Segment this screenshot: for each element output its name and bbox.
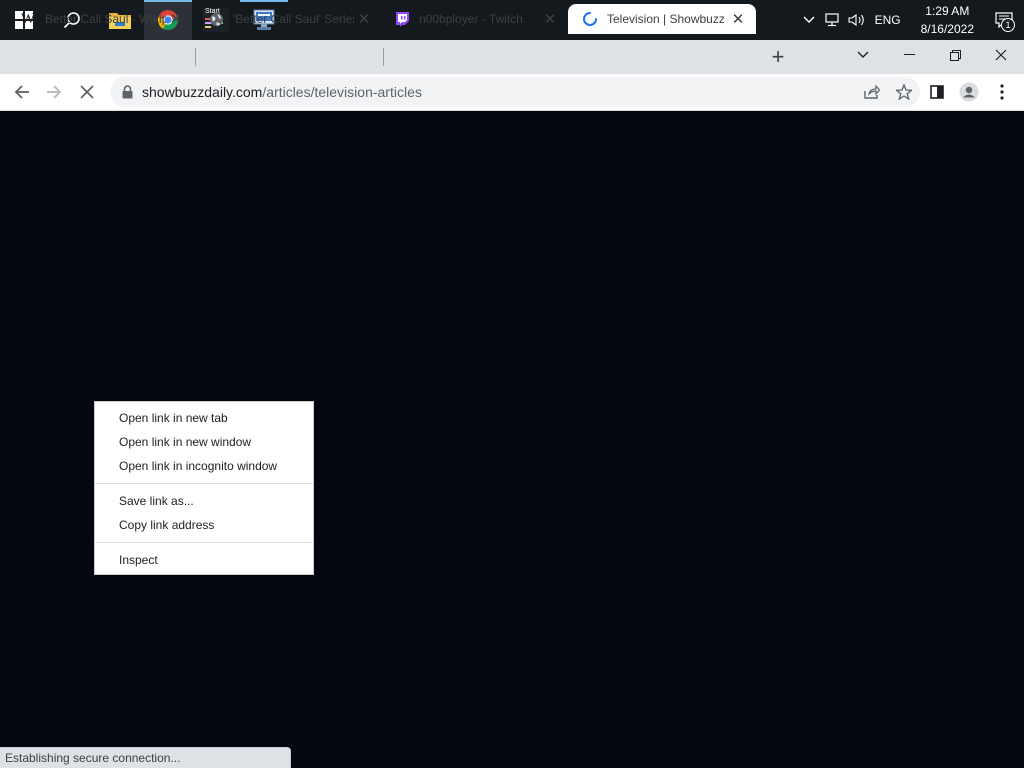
system-tray: ENG 1:29 AM 8/16/2022 1	[797, 0, 1024, 40]
menu-open-link-incognito[interactable]: Open link in incognito window	[95, 454, 313, 478]
tab-close-button[interactable]: ✕	[728, 9, 748, 29]
tray-clock[interactable]: 1:29 AM 8/16/2022	[911, 2, 984, 38]
tab-title: 'Better Call Saul' Series Finale	[233, 12, 354, 26]
url-text: showbuzzdaily.com/articles/television-ar…	[142, 84, 856, 100]
action-center-button[interactable]: 1	[984, 0, 1024, 40]
status-bubble: Establishing secure connection...	[0, 747, 291, 768]
twitch-icon	[394, 11, 410, 27]
link-context-menu: Open link in new tab Open link in new wi…	[94, 401, 314, 575]
menu-copy-link-address[interactable]: Copy link address	[95, 513, 313, 537]
browser-toolbar: showbuzzdaily.com/articles/television-ar…	[0, 74, 1024, 111]
tab-twitch[interactable]: n00bployer - Twitch ✕	[380, 4, 568, 34]
notification-count-badge: 1	[1001, 18, 1015, 32]
menu-open-link-new-tab[interactable]: Open link in new tab	[95, 406, 313, 430]
restore-button[interactable]	[932, 40, 978, 70]
lock-icon[interactable]	[120, 84, 134, 100]
globe-icon	[208, 11, 224, 27]
tray-show-hidden-button[interactable]	[797, 0, 821, 40]
arrow-right-icon	[47, 85, 62, 99]
more-vert-icon	[1000, 84, 1004, 100]
tab-separator	[383, 48, 384, 66]
close-icon	[995, 49, 1007, 61]
chevron-up-icon	[803, 16, 815, 23]
arrow-left-icon	[14, 85, 29, 99]
wikipedia-icon: W	[20, 11, 36, 27]
tab-separator	[195, 48, 196, 66]
menu-divider	[95, 483, 313, 484]
tab-showbuzz-active[interactable]: Television | Showbuzz Daily ✕	[568, 4, 756, 34]
chrome-menu-button[interactable]	[988, 78, 1016, 106]
restore-icon	[949, 49, 961, 61]
new-tab-button[interactable]: +	[764, 43, 792, 71]
speaker-icon	[848, 13, 864, 27]
share-button[interactable]	[856, 77, 888, 107]
tab-title: Television | Showbuzz Daily	[607, 12, 728, 26]
tab-series-finale[interactable]: 'Better Call Saul' Series Finale ✕	[194, 4, 382, 34]
clock-time: 1:29 AM	[925, 4, 970, 18]
close-icon	[80, 85, 94, 99]
tab-title: Better Call Saul - Wikipedia	[45, 12, 166, 26]
bookmark-star-button[interactable]	[888, 77, 920, 107]
back-button[interactable]	[8, 78, 36, 106]
network-icon	[824, 13, 839, 27]
tab-close-button[interactable]: ✕	[540, 9, 560, 29]
profile-button[interactable]	[955, 78, 983, 106]
wikipedia-favicon-letter: W	[20, 10, 36, 27]
avatar-icon	[959, 82, 979, 102]
clock-date: 8/16/2022	[920, 22, 974, 36]
tab-title: n00bployer - Twitch	[419, 12, 523, 26]
tray-volume-button[interactable]	[845, 0, 869, 40]
url-host: showbuzzdaily.com	[142, 84, 263, 100]
side-panel-button[interactable]	[923, 78, 951, 106]
address-bar[interactable]: showbuzzdaily.com/articles/television-ar…	[110, 77, 920, 107]
menu-divider	[95, 542, 313, 543]
loading-spinner-icon	[582, 11, 598, 27]
menu-save-link-as[interactable]: Save link as...	[95, 489, 313, 513]
minimize-button[interactable]	[886, 40, 932, 70]
tab-wikipedia[interactable]: W Better Call Saul - Wikipedia ✕	[6, 4, 194, 34]
menu-open-link-new-window[interactable]: Open link in new window	[95, 430, 313, 454]
menu-inspect[interactable]: Inspect	[95, 548, 313, 572]
tab-close-button[interactable]: ✕	[166, 9, 186, 29]
side-panel-icon	[930, 85, 944, 99]
tray-network-button[interactable]	[821, 0, 845, 40]
share-icon	[864, 85, 880, 99]
url-path: /articles/television-articles	[262, 84, 422, 100]
forward-button[interactable]	[40, 78, 68, 106]
tray-language[interactable]: ENG	[869, 13, 911, 27]
tab-close-button[interactable]: ✕	[354, 9, 374, 29]
minimize-icon	[903, 54, 915, 55]
tab-search-button[interactable]	[840, 40, 886, 70]
close-window-button[interactable]	[978, 40, 1024, 70]
stop-loading-button[interactable]	[73, 78, 101, 106]
star-icon	[896, 84, 912, 100]
chevron-down-icon	[857, 51, 869, 58]
